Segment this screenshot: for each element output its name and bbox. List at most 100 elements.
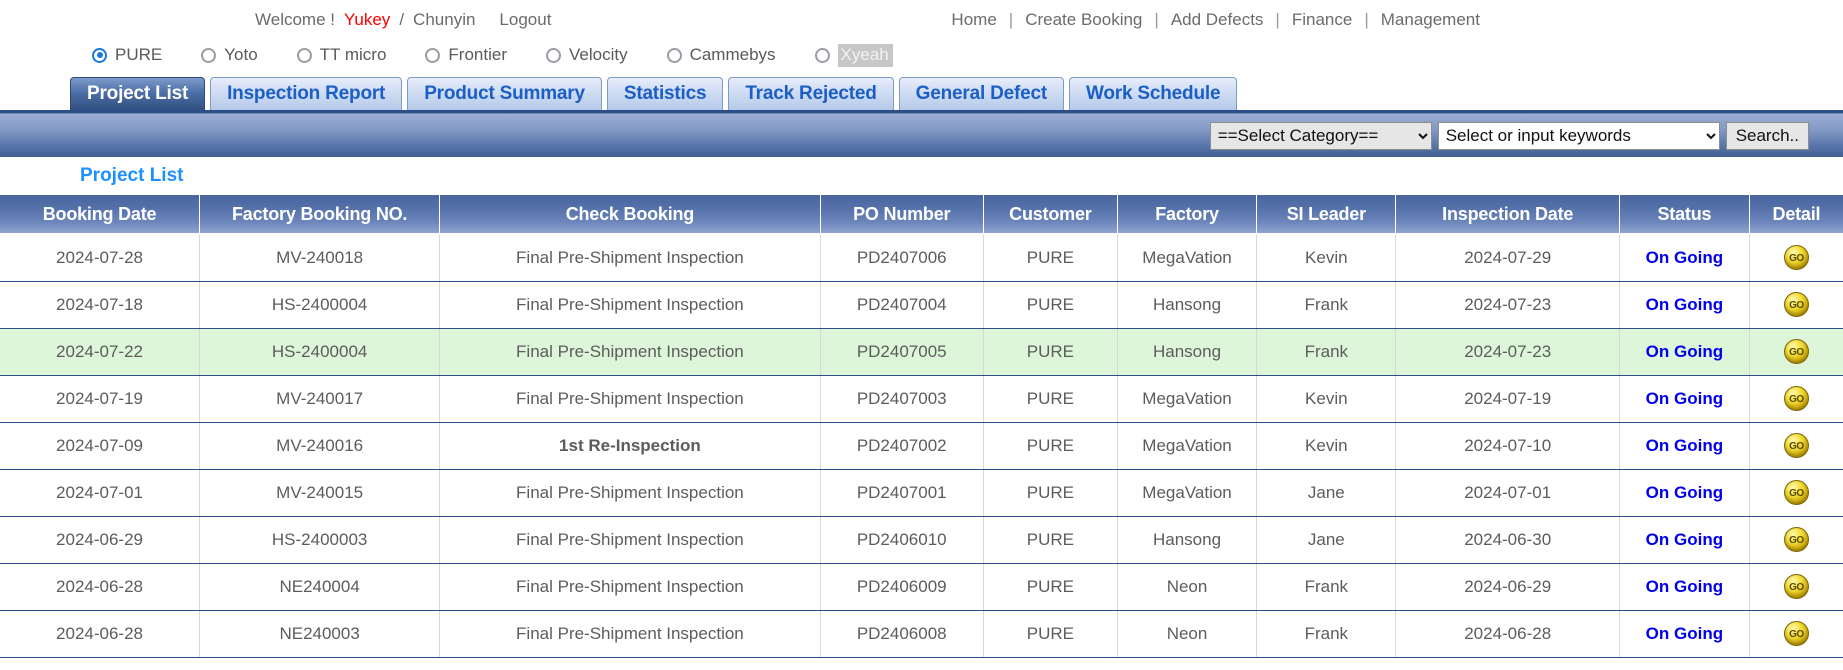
nav-link-home[interactable]: Home <box>948 10 999 30</box>
go-detail-button[interactable]: GO <box>1784 386 1809 411</box>
status-link[interactable]: On Going <box>1646 295 1723 314</box>
tab-project-list[interactable]: Project List <box>70 77 205 110</box>
go-detail-button[interactable]: GO <box>1784 433 1809 458</box>
cell-detail: GO <box>1749 234 1843 281</box>
status-link[interactable]: On Going <box>1646 624 1723 643</box>
brand-radio-frontier[interactable]: Frontier <box>425 45 507 65</box>
table-row[interactable]: 2024-07-28MV-240018Final Pre-Shipment In… <box>0 234 1843 281</box>
table-row[interactable]: 2024-06-29HS-2400003Final Pre-Shipment I… <box>0 516 1843 563</box>
go-detail-button[interactable]: GO <box>1784 621 1809 646</box>
status-badge[interactable]: On Going <box>1619 234 1749 281</box>
cell-factory-booking-no: MV-240018 <box>200 234 440 281</box>
cell-factory: Hansong <box>1117 516 1256 563</box>
go-detail-button[interactable]: GO <box>1784 574 1809 599</box>
cell-inspection-date: 2024-06-28 <box>1396 610 1619 657</box>
status-badge[interactable]: On Going <box>1619 281 1749 328</box>
cell-customer: PURE <box>983 610 1117 657</box>
cell-factory: Hansong <box>1117 281 1256 328</box>
table-row[interactable]: 2024-07-09MV-2400161st Re-InspectionPD24… <box>0 422 1843 469</box>
status-link[interactable]: On Going <box>1646 577 1723 596</box>
nav-link-management[interactable]: Management <box>1378 10 1483 30</box>
cell-inspection-date: 2024-07-01 <box>1396 469 1619 516</box>
tab-product-summary[interactable]: Product Summary <box>407 77 602 110</box>
cell-customer: PURE <box>983 469 1117 516</box>
cell-customer: PURE <box>983 281 1117 328</box>
status-link[interactable]: On Going <box>1646 248 1723 267</box>
table-row[interactable]: 2024-07-01MV-240015Final Pre-Shipment In… <box>0 469 1843 516</box>
cell-customer: PURE <box>983 563 1117 610</box>
nav-link-finance[interactable]: Finance <box>1289 10 1355 30</box>
welcome-label: Welcome ! <box>255 10 335 30</box>
radio-icon[interactable] <box>815 48 830 63</box>
go-detail-button[interactable]: GO <box>1784 339 1809 364</box>
status-badge[interactable]: On Going <box>1619 469 1749 516</box>
radio-icon[interactable] <box>667 48 682 63</box>
cell-factory: MegaVation <box>1117 469 1256 516</box>
tabstrip: Project ListInspection ReportProduct Sum… <box>70 74 1843 110</box>
page-title[interactable]: Project List <box>80 165 183 187</box>
keyword-select[interactable]: Select or input keywords <box>1438 122 1720 150</box>
go-detail-button[interactable]: GO <box>1784 527 1809 552</box>
cell-check-booking: Final Pre-Shipment Inspection <box>440 281 820 328</box>
tab-track-rejected[interactable]: Track Rejected <box>728 77 893 110</box>
status-badge[interactable]: On Going <box>1619 610 1749 657</box>
tab-general-defect[interactable]: General Defect <box>899 77 1064 110</box>
brand-radio-cammebys[interactable]: Cammebys <box>667 45 776 65</box>
cell-check-booking: 1st Re-Inspection <box>440 422 820 469</box>
status-badge[interactable]: On Going <box>1619 563 1749 610</box>
table-row[interactable]: 2024-07-19MV-240017Final Pre-Shipment In… <box>0 375 1843 422</box>
radio-icon[interactable] <box>92 48 107 63</box>
brand-radio-xyeah[interactable]: Xyeah <box>815 44 893 67</box>
tab-statistics[interactable]: Statistics <box>607 77 723 110</box>
nav-separator: | <box>1355 10 1377 30</box>
table-row[interactable]: 2024-07-22HS-2400004Final Pre-Shipment I… <box>0 328 1843 375</box>
status-badge[interactable]: On Going <box>1619 375 1749 422</box>
radio-icon[interactable] <box>546 48 561 63</box>
status-link[interactable]: On Going <box>1646 342 1723 361</box>
status-link[interactable]: On Going <box>1646 530 1723 549</box>
go-detail-button[interactable]: GO <box>1784 245 1809 270</box>
cell-factory-booking-no: MV-240015 <box>200 469 440 516</box>
radio-icon[interactable] <box>425 48 440 63</box>
status-badge[interactable]: On Going <box>1619 328 1749 375</box>
brand-radio-velocity[interactable]: Velocity <box>546 45 628 65</box>
nav-link-add-defects[interactable]: Add Defects <box>1168 10 1267 30</box>
cell-inspection-date: 2024-07-23 <box>1396 281 1619 328</box>
cell-check-booking: Final Pre-Shipment Inspection <box>440 328 820 375</box>
go-detail-button[interactable]: GO <box>1784 292 1809 317</box>
table-row[interactable]: 2024-06-28NE240003Final Pre-Shipment Ins… <box>0 610 1843 657</box>
cell-po-number: PD2407002 <box>820 422 983 469</box>
cell-factory: MegaVation <box>1117 422 1256 469</box>
radio-icon[interactable] <box>297 48 312 63</box>
cell-detail: GO <box>1749 563 1843 610</box>
brand-radio-yoto[interactable]: Yoto <box>201 45 257 65</box>
column-header-detail: Detail <box>1749 195 1843 234</box>
status-link[interactable]: On Going <box>1646 483 1723 502</box>
logout-link[interactable]: Logout <box>499 10 551 30</box>
cell-si-leader: Frank <box>1257 563 1396 610</box>
cell-si-leader: Frank <box>1257 328 1396 375</box>
status-link[interactable]: On Going <box>1646 389 1723 408</box>
table-row[interactable]: 2024-07-18HS-2400004Final Pre-Shipment I… <box>0 281 1843 328</box>
cell-booking-date: 2024-07-09 <box>0 422 200 469</box>
brand-radio-label: Cammebys <box>690 45 776 65</box>
radio-icon[interactable] <box>201 48 216 63</box>
nav-link-create-booking[interactable]: Create Booking <box>1022 10 1145 30</box>
brand-radio-tt-micro[interactable]: TT micro <box>297 45 387 65</box>
table-row[interactable]: 2024-06-28NE240004Final Pre-Shipment Ins… <box>0 563 1843 610</box>
category-select[interactable]: ==Select Category== <box>1210 122 1432 150</box>
status-badge[interactable]: On Going <box>1619 516 1749 563</box>
cell-si-leader: Kevin <box>1257 234 1396 281</box>
search-button[interactable]: Search.. <box>1726 122 1809 150</box>
tab-work-schedule[interactable]: Work Schedule <box>1069 77 1237 110</box>
brand-radio-label: Velocity <box>569 45 628 65</box>
cell-si-leader: Jane <box>1257 516 1396 563</box>
cell-detail: GO <box>1749 516 1843 563</box>
brand-radio-pure[interactable]: PURE <box>92 45 162 65</box>
go-detail-button[interactable]: GO <box>1784 480 1809 505</box>
status-badge[interactable]: On Going <box>1619 422 1749 469</box>
cell-inspection-date: 2024-07-19 <box>1396 375 1619 422</box>
tab-inspection-report[interactable]: Inspection Report <box>210 77 402 110</box>
cell-inspection-date: 2024-06-29 <box>1396 563 1619 610</box>
status-link[interactable]: On Going <box>1646 436 1723 455</box>
